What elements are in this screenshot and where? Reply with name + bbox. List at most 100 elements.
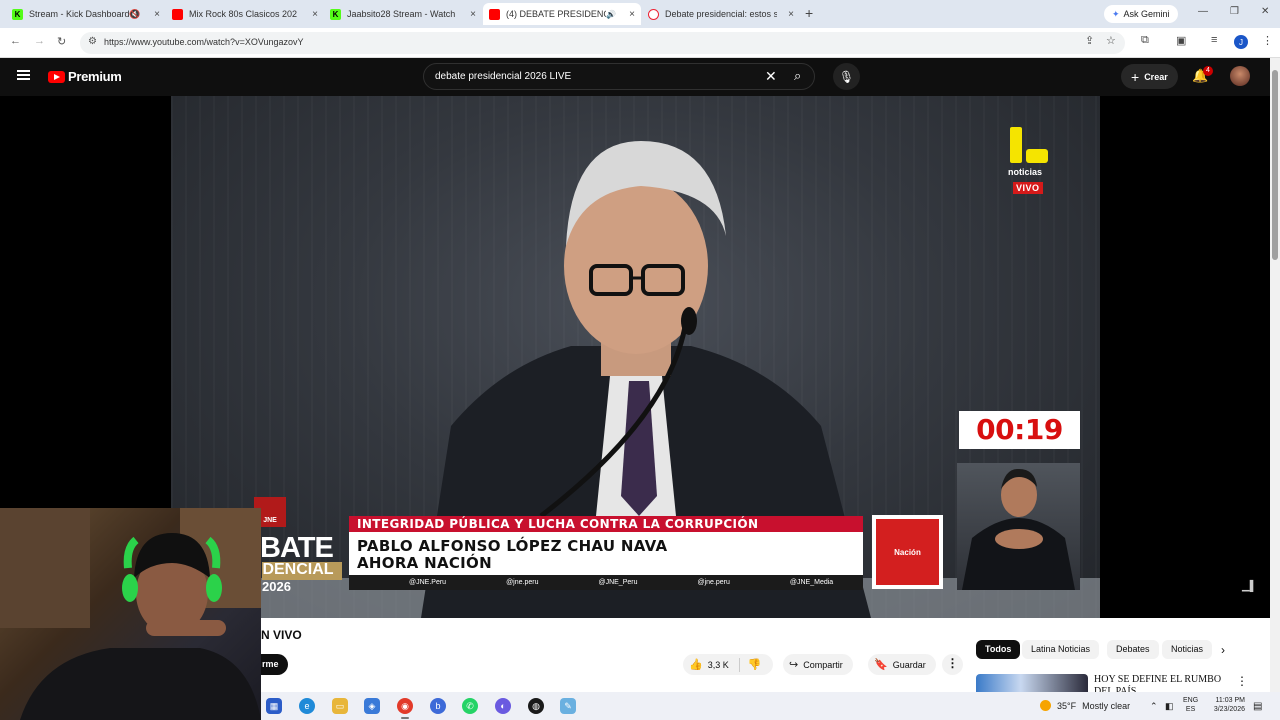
brand-label: Premium xyxy=(68,69,122,84)
interpreter-figure xyxy=(962,468,1075,590)
maximize-icon[interactable]: ❐ xyxy=(1230,6,1239,17)
reload-icon[interactable]: ↻ xyxy=(57,35,66,48)
hamburger-menu-icon[interactable] xyxy=(17,70,30,80)
input-language[interactable]: ENG ES xyxy=(1183,696,1198,714)
thumbs-up-icon[interactable]: 👍 xyxy=(689,658,703,671)
browser-profile-avatar[interactable]: J xyxy=(1234,35,1248,49)
widgets-app-icon[interactable]: ▦ xyxy=(266,698,282,714)
weather-widget[interactable]: 35°F Mostly clear xyxy=(1040,700,1130,711)
close-icon[interactable]: × xyxy=(788,9,794,20)
tray-app-icon[interactable]: ◧ xyxy=(1165,701,1174,712)
discord-app-icon[interactable]: ◐ xyxy=(495,698,511,714)
chrome-menu-icon[interactable]: ⋮ xyxy=(1262,34,1273,47)
save-button[interactable]: 🔖 Guardar xyxy=(868,654,936,675)
tab-jaabsito-stream[interactable]: K Jaabsito28 Stream - Watch Live × xyxy=(324,3,482,25)
recommendation-thumbnail[interactable] xyxy=(976,674,1088,692)
chip-debates[interactable]: Debates xyxy=(1107,640,1159,659)
file-explorer-icon[interactable]: ▭ xyxy=(332,698,348,714)
url-field[interactable]: ⚙ https://www.youtube.com/watch?v=XOVung… xyxy=(80,32,1125,54)
youtube-account-avatar[interactable] xyxy=(1230,66,1250,86)
active-app-indicator xyxy=(401,717,409,719)
save-label: Guardar xyxy=(892,659,926,670)
youtube-header: Premium debate presidencial 2026 LIVE ✕ … xyxy=(0,58,1270,96)
recommendation-menu-icon[interactable]: ⋮ xyxy=(1236,674,1248,688)
forward-icon[interactable]: → xyxy=(34,35,45,47)
like-divider xyxy=(738,657,740,672)
whatsapp-app-icon[interactable]: ✆ xyxy=(462,698,478,714)
close-icon[interactable]: × xyxy=(312,9,318,20)
streamer-webcam xyxy=(0,508,261,720)
notification-center-icon[interactable]: ▤ xyxy=(1253,701,1262,712)
weather-temp: 35°F xyxy=(1057,700,1077,711)
split-view-icon[interactable]: ▣ xyxy=(1176,34,1186,47)
share-label: Compartir xyxy=(803,659,843,670)
latina-noticias-logo: noticias VIVO xyxy=(1008,127,1050,197)
party-logo: Nación xyxy=(872,515,943,589)
ask-gemini-button[interactable]: ✦ Ask Gemini xyxy=(1104,5,1178,23)
create-button[interactable]: + Crear xyxy=(1121,64,1178,89)
thumbs-down-icon[interactable]: 👎 xyxy=(748,658,762,671)
search-icon[interactable]: ⌕ xyxy=(794,68,801,84)
clear-search-icon[interactable]: ✕ xyxy=(765,68,777,85)
chip-todos[interactable]: Todos xyxy=(976,640,1021,659)
tray-chevron-up-icon[interactable]: ⌃ xyxy=(1150,701,1158,712)
share-button[interactable]: ↪ Compartir xyxy=(783,654,853,675)
tab-kick-dashboard[interactable]: K Stream - Kick Dashboard 🔇 × xyxy=(6,3,166,25)
youtube-premium-logo[interactable]: Premium xyxy=(48,69,122,84)
close-icon[interactable]: × xyxy=(470,9,476,20)
search-box[interactable]: debate presidencial 2026 LIVE ✕ ⌕ xyxy=(423,63,815,90)
site-info-icon[interactable]: ⚙ xyxy=(88,36,97,47)
install-app-icon[interactable]: ⇪ xyxy=(1085,34,1094,47)
page-scrollbar-thumb[interactable] xyxy=(1272,70,1278,260)
bookmark-star-icon[interactable]: ☆ xyxy=(1106,34,1116,47)
debate-timer: 00:19 xyxy=(959,411,1080,449)
copilot-app-icon[interactable]: b xyxy=(430,698,446,714)
new-tab-button[interactable]: + xyxy=(805,5,813,21)
tiktok-handle: @jne.peru xyxy=(697,579,730,586)
chip-noticias[interactable]: Noticias xyxy=(1162,640,1213,659)
reading-list-icon[interactable]: ≡ xyxy=(1211,34,1217,46)
close-icon[interactable]: × xyxy=(154,9,160,20)
edge-app-icon[interactable]: e xyxy=(299,698,315,714)
obs-app-icon[interactable]: ◍ xyxy=(528,698,544,714)
voice-search-mic-icon[interactable]: 🎙 xyxy=(833,63,860,90)
player-settings-icon[interactable]: ▁▌ xyxy=(1242,581,1257,592)
extensions-icon[interactable]: ⧉ xyxy=(1141,34,1149,47)
more-actions-button[interactable]: ⋮ xyxy=(942,654,963,675)
chevron-right-icon[interactable]: › xyxy=(1221,643,1225,657)
tab-debate-presidencial[interactable]: (4) DEBATE PRESIDENCIAL 🔊 × xyxy=(483,3,641,25)
mute-icon[interactable]: 🔇 xyxy=(129,9,140,20)
kick-icon: K xyxy=(12,8,23,20)
sign-language-interpreter xyxy=(957,463,1080,590)
system-clock[interactable]: 11:03 PM 3/23/2026 xyxy=(1205,696,1245,714)
close-icon[interactable]: × xyxy=(629,9,635,20)
clock-time: 11:03 PM xyxy=(1215,697,1245,704)
facebook-handle: @JNE.Peru xyxy=(409,579,447,586)
keyboard-layout: ES xyxy=(1185,706,1196,713)
presidencial-word: IDENCIAL xyxy=(262,561,334,578)
minimize-icon[interactable]: — xyxy=(1198,6,1208,17)
chip-latina-noticias[interactable]: Latina Noticias xyxy=(1022,640,1100,659)
search-input[interactable]: debate presidencial 2026 LIVE xyxy=(435,71,571,82)
tab-mix-rock[interactable]: Mix Rock 80s Clasicos 2021 dj × xyxy=(166,3,324,25)
audio-icon[interactable]: 🔊 xyxy=(606,10,616,19)
tab-title: Mix Rock 80s Clasicos 2021 dj xyxy=(189,9,297,19)
youtube-handle: @JNE_Media xyxy=(789,579,834,586)
live-badge: VIVO xyxy=(1013,182,1043,194)
like-count[interactable]: 3,3 K xyxy=(708,660,729,670)
bookmark-icon: 🔖 xyxy=(874,659,888,671)
tab-title: Jaabsito28 Stream - Watch Live xyxy=(347,9,457,19)
window-close-icon[interactable]: ✕ xyxy=(1261,6,1269,17)
store-app-icon[interactable]: ◈ xyxy=(364,698,380,714)
recommendation-title[interactable]: HOY SE DEFINE EL RUMBO DEL PAÍS xyxy=(1094,674,1224,692)
create-label: Crear xyxy=(1144,71,1168,82)
browser-tab-strip: K Stream - Kick Dashboard 🔇 × Mix Rock 8… xyxy=(0,0,1280,28)
subscribe-button[interactable]: rme xyxy=(261,654,288,675)
notepad-app-icon[interactable]: ✎ xyxy=(560,698,576,714)
like-dislike-group: 👍 3,3 K 👎 xyxy=(683,654,773,675)
chrome-app-icon[interactable]: ◉ xyxy=(397,698,413,714)
address-bar-row: ← → ↻ ⚙ https://www.youtube.com/watch?v=… xyxy=(0,28,1280,58)
tab-debate-noticia[interactable]: Debate presidencial: estos son × xyxy=(642,3,800,25)
back-icon[interactable]: ← xyxy=(10,35,21,47)
tab-title: (4) DEBATE PRESIDENCIAL xyxy=(506,9,606,19)
